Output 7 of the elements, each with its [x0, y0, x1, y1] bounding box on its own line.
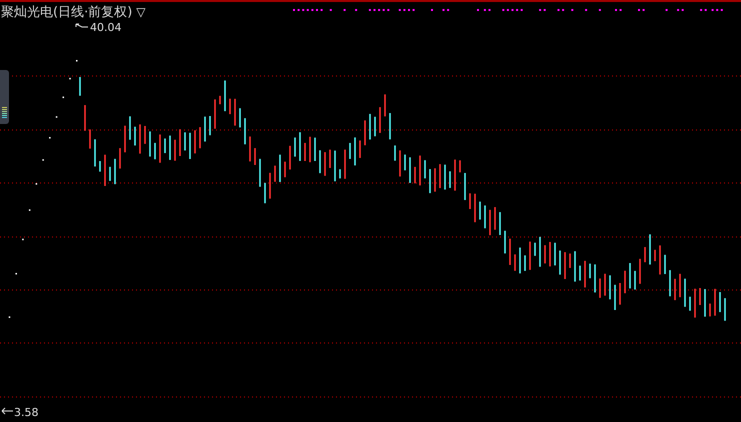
pointer-arrow-icon: [2, 408, 14, 414]
dropdown-caret[interactable]: ▽: [136, 5, 146, 19]
high-price-label: 40.04: [90, 22, 122, 34]
low-price-label: 3.58: [14, 406, 38, 419]
chart-title: 聚灿光电(日线·前复权): [1, 4, 132, 21]
pointer-arrow-icon: [76, 24, 88, 28]
scroll-handle[interactable]: [0, 70, 9, 124]
